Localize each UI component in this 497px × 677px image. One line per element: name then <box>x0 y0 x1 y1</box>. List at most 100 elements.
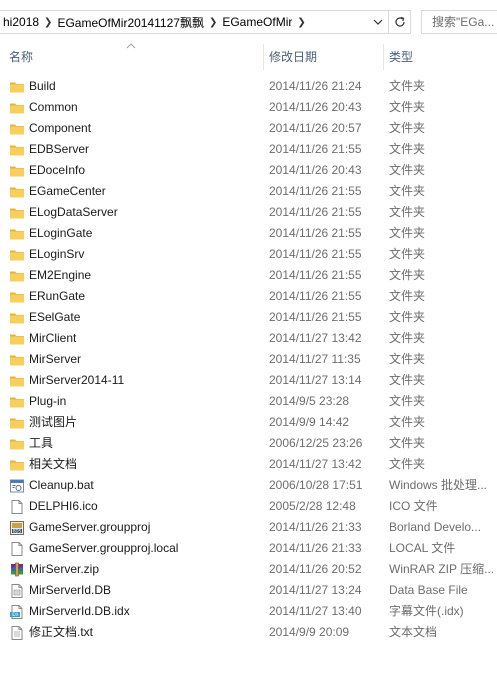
file-row[interactable]: 修正文档.txt 2014/9/9 20:09 文本文档 <box>0 622 497 643</box>
subtitle-file-icon: IDX <box>9 604 25 620</box>
address-bar[interactable]: hi2018 ❯ EGameOfMir20141127飘飘 ❯ EGameOfM… <box>0 10 389 34</box>
file-type: WinRAR ZIP 压缩... <box>389 562 495 576</box>
borland-project-icon: BDS <box>9 520 25 536</box>
folder-icon <box>9 184 25 200</box>
file-modified-date: 2006/10/28 17:51 <box>269 478 363 492</box>
blank-file-icon <box>9 541 25 557</box>
folder-icon <box>9 331 25 347</box>
file-type: 文件夹 <box>389 121 426 135</box>
file-modified-date: 2014/11/26 21:55 <box>269 142 362 156</box>
column-divider[interactable] <box>383 44 384 70</box>
refresh-button[interactable] <box>389 10 411 34</box>
address-bar-row: hi2018 ❯ EGameOfMir20141127飘飘 ❯ EGameOfM… <box>0 0 497 44</box>
file-modified-date: 2014/11/26 21:33 <box>269 520 362 534</box>
file-modified-date: 2014/11/26 21:55 <box>269 310 362 324</box>
file-row[interactable]: EGameCenter 2014/11/26 21:55 文件夹 <box>0 181 497 202</box>
file-modified-date: 2014/11/27 11:35 <box>269 352 361 366</box>
file-row[interactable]: Plug-in 2014/9/5 23:28 文件夹 <box>0 391 497 412</box>
file-name: 修正文档.txt <box>29 625 94 639</box>
file-row[interactable]: MirServer.zip 2014/11/26 20:52 WinRAR ZIP … <box>0 559 497 580</box>
file-row[interactable]: IDX MirServerId.DB.idx 2014/11/27 13:40 字幕文… <box>0 601 497 622</box>
file-type: 文件夹 <box>389 415 426 429</box>
folder-icon <box>9 457 25 473</box>
file-type: 文件夹 <box>389 352 426 366</box>
file-row[interactable]: ELoginSrv 2014/11/26 21:55 文件夹 <box>0 244 497 265</box>
folder-icon <box>9 163 25 179</box>
breadcrumb-parent[interactable]: EGameOfMir20141127飘飘 <box>54 14 207 31</box>
file-row[interactable]: Component 2014/11/26 20:57 文件夹 <box>0 118 497 139</box>
file-type: 文件夹 <box>389 205 426 219</box>
folder-icon <box>9 373 25 389</box>
file-row[interactable]: ELoginGate 2014/11/26 21:55 文件夹 <box>0 223 497 244</box>
breadcrumb-separator-icon[interactable]: ❯ <box>42 17 54 28</box>
file-row[interactable]: 工具 2006/12/25 23:26 文件夹 <box>0 433 497 454</box>
folder-icon <box>9 415 25 431</box>
folder-icon <box>9 352 25 368</box>
file-type: 文件夹 <box>389 457 426 471</box>
file-name: EGameCenter <box>29 184 106 198</box>
file-type: 文件夹 <box>389 289 426 303</box>
file-name: EDBServer <box>29 142 90 156</box>
file-modified-date: 2014/11/27 13:40 <box>269 604 362 618</box>
refresh-icon <box>394 16 405 27</box>
file-type: Windows 批处理... <box>389 478 488 492</box>
file-row[interactable]: EM2Engine 2014/11/26 21:55 文件夹 <box>0 265 497 286</box>
file-row[interactable]: 测试图片 2014/9/9 14:42 文件夹 <box>0 412 497 433</box>
file-name: 测试图片 <box>29 415 78 429</box>
file-row[interactable]: ESelGate 2014/11/26 21:55 文件夹 <box>0 307 497 328</box>
file-type: 文件夹 <box>389 79 426 93</box>
folder-icon <box>9 79 25 95</box>
column-header-type[interactable]: 类型 <box>389 44 489 70</box>
file-modified-date: 2014/11/26 21:55 <box>269 205 362 219</box>
file-row[interactable]: EDoceInfo 2014/11/26 20:43 文件夹 <box>0 160 497 181</box>
breadcrumb-current[interactable]: EGameOfMir <box>219 15 295 29</box>
file-row[interactable]: ELogDataServer 2014/11/26 21:55 文件夹 <box>0 202 497 223</box>
file-type: Data Base File <box>389 583 468 597</box>
column-divider[interactable] <box>263 44 264 70</box>
file-row[interactable]: Build 2014/11/26 21:24 文件夹 <box>0 76 497 97</box>
file-name: Cleanup.bat <box>29 478 94 492</box>
file-row[interactable]: GameServer.groupproj.local 2014/11/26 21:… <box>0 538 497 559</box>
file-type: LOCAL 文件 <box>389 541 456 555</box>
file-row[interactable]: BDS GameServer.groupproj 2014/11/26 21:33 B… <box>0 517 497 538</box>
chevron-down-icon[interactable] <box>368 11 388 33</box>
file-name: ERunGate <box>29 289 86 303</box>
file-name: 相关文档 <box>29 457 78 471</box>
file-type: Borland Develo... <box>389 520 482 534</box>
folder-icon <box>9 100 25 116</box>
file-modified-date: 2014/11/26 21:24 <box>269 79 362 93</box>
file-modified-date: 2014/11/27 13:42 <box>269 331 362 345</box>
file-modified-date: 2014/11/26 21:55 <box>269 247 362 261</box>
file-row[interactable]: MirServer 2014/11/27 11:35 文件夹 <box>0 349 497 370</box>
folder-icon <box>9 121 25 137</box>
file-type: 文件夹 <box>389 436 426 450</box>
search-input[interactable]: 搜索"EGa... <box>421 10 497 34</box>
column-header-date[interactable]: 修改日期 <box>269 44 379 70</box>
file-name: 工具 <box>29 436 54 450</box>
file-name: MirServerId.DB.idx <box>29 604 130 618</box>
file-row[interactable]: MirServer2014-11 2014/11/27 13:14 文件夹 <box>0 370 497 391</box>
file-type: 文件夹 <box>389 310 426 324</box>
column-header-name[interactable]: 名称 <box>9 44 261 70</box>
breadcrumb-separator-icon[interactable]: ❯ <box>295 17 307 28</box>
file-type: 字幕文件(.idx) <box>389 604 464 618</box>
file-row[interactable]: DELPHI6.ico 2005/2/28 12:48 ICO 文件 <box>0 496 497 517</box>
batch-file-icon <box>9 478 25 494</box>
folder-icon <box>9 289 25 305</box>
file-row[interactable]: EDBServer 2014/11/26 21:55 文件夹 <box>0 139 497 160</box>
file-row[interactable]: MirClient 2014/11/27 13:42 文件夹 <box>0 328 497 349</box>
file-row[interactable]: ERunGate 2014/11/26 21:55 文件夹 <box>0 286 497 307</box>
file-modified-date: 2014/11/26 20:52 <box>269 562 362 576</box>
file-name: MirServer.zip <box>29 562 100 576</box>
breadcrumb-root[interactable]: hi2018 <box>0 15 42 29</box>
file-type: 文件夹 <box>389 142 426 156</box>
file-row[interactable]: Cleanup.bat 2006/10/28 17:51 Windows 批处理..… <box>0 475 497 496</box>
file-type: 文件夹 <box>389 100 426 114</box>
file-modified-date: 2014/11/27 13:14 <box>269 373 362 387</box>
file-row[interactable]: MirServerId.DB 2014/11/27 13:24 Data Base … <box>0 580 497 601</box>
file-name: ELoginSrv <box>29 247 85 261</box>
file-row[interactable]: Common 2014/11/26 20:43 文件夹 <box>0 97 497 118</box>
breadcrumb-separator-icon[interactable]: ❯ <box>207 17 219 28</box>
file-row[interactable]: 相关文档 2014/11/27 13:42 文件夹 <box>0 454 497 475</box>
file-name: ESelGate <box>29 310 81 324</box>
